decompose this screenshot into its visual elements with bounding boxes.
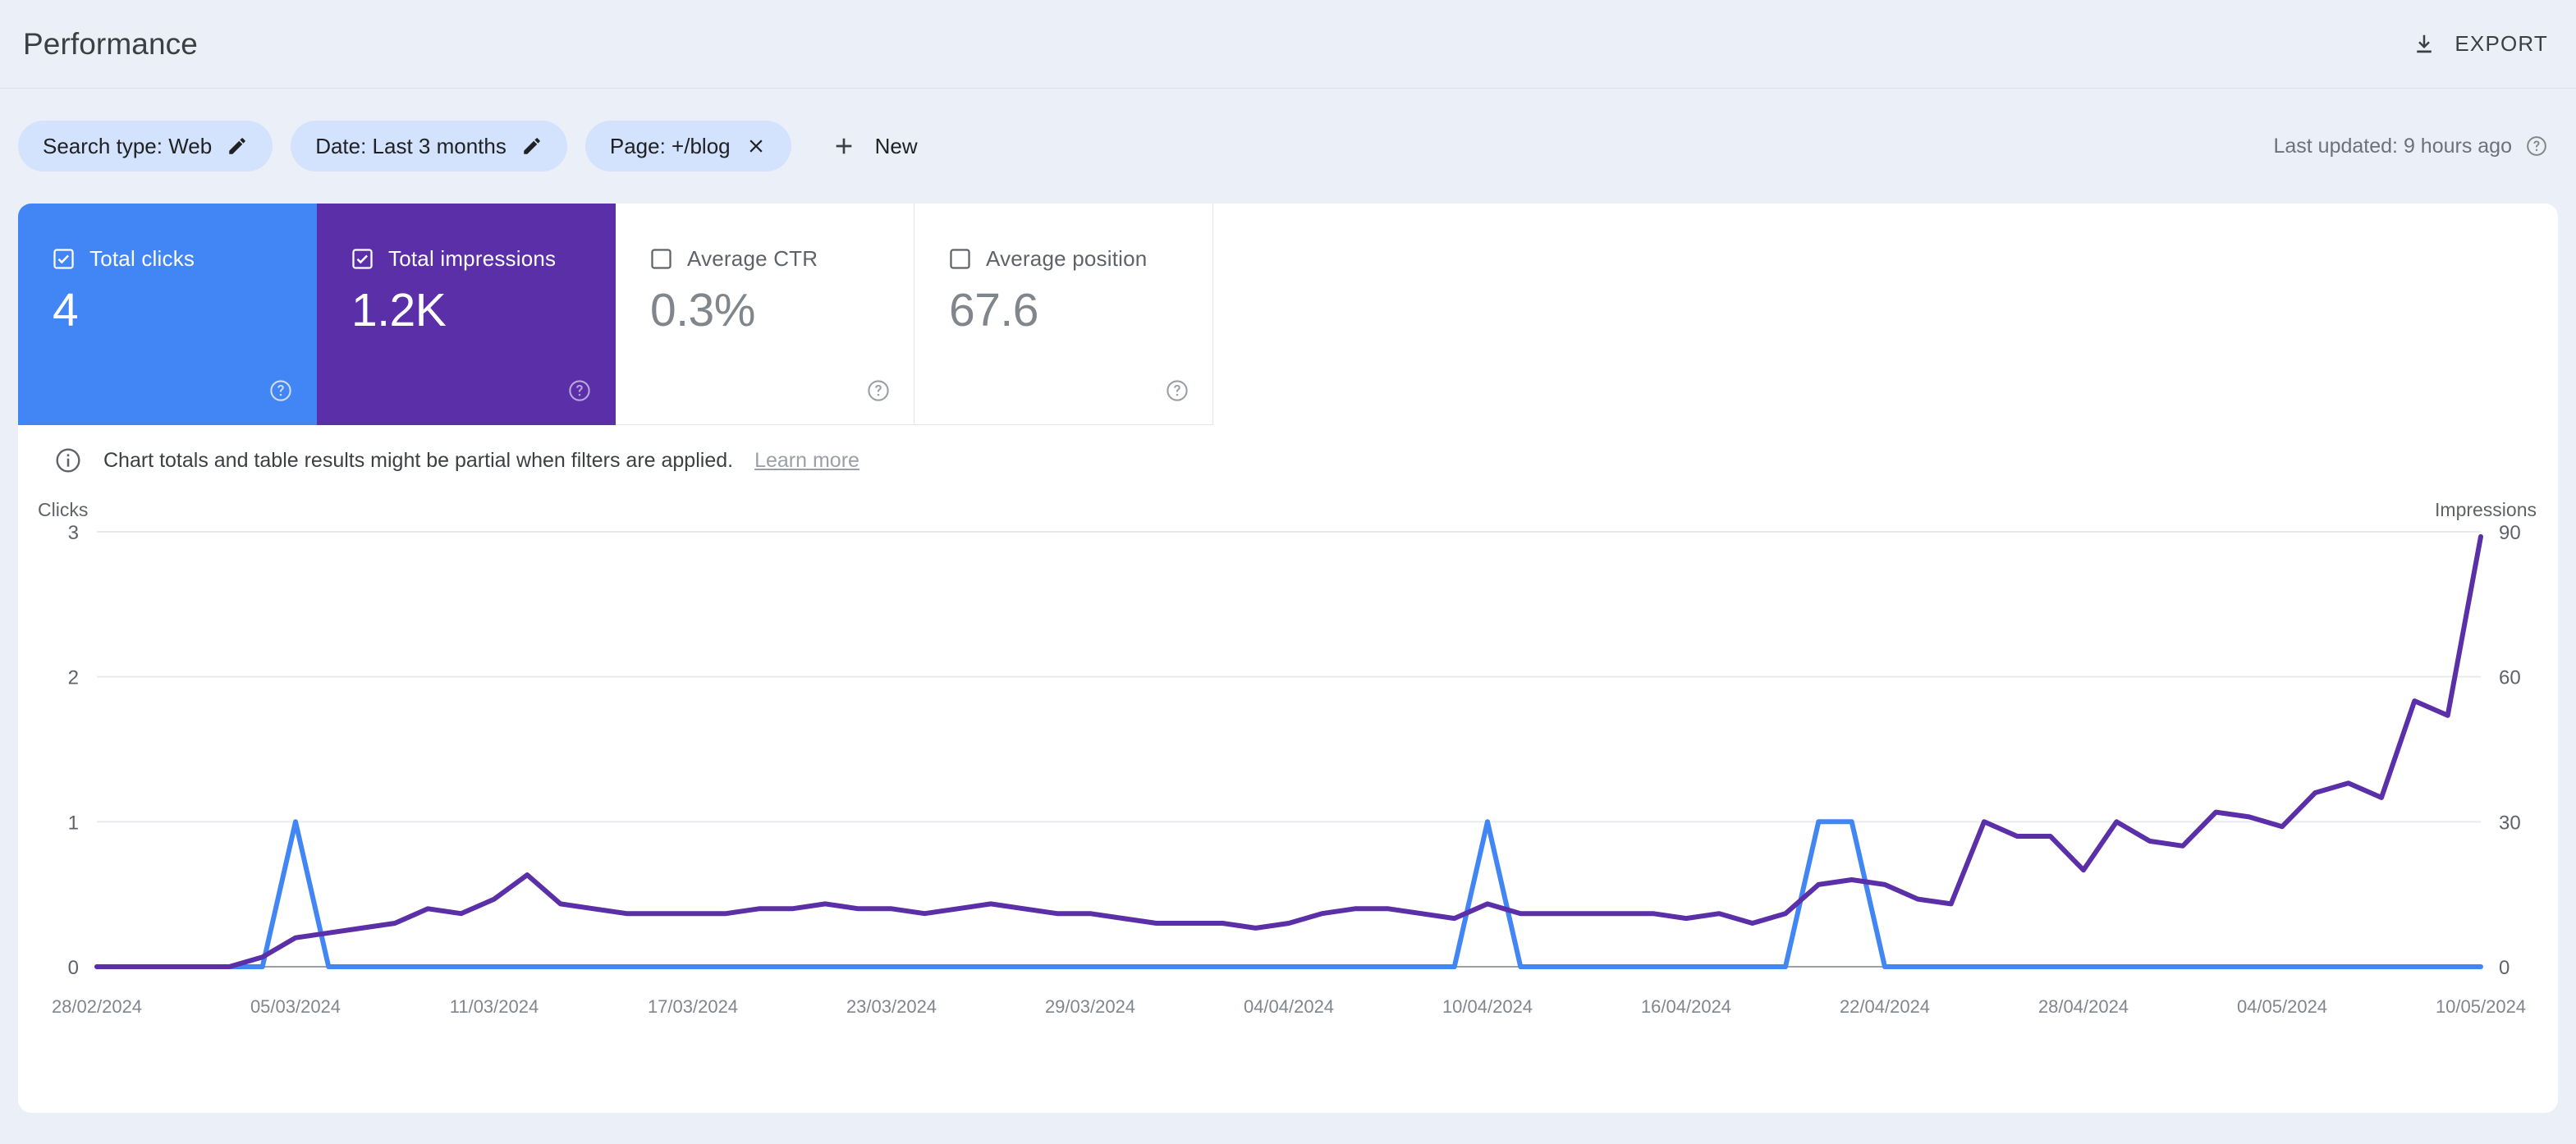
metric-label: Average CTR <box>687 246 818 271</box>
metric-label: Average position <box>986 246 1148 271</box>
metric-value: 4 <box>53 284 79 336</box>
filter-chip-date-label: Date: Last 3 months <box>315 133 506 158</box>
metric-header: Total clicks <box>53 246 316 272</box>
metric-label: Total impressions <box>388 246 557 271</box>
info-icon <box>54 446 82 474</box>
metric-header: Average position <box>949 246 1212 272</box>
export-label: EXPORT <box>2455 31 2548 56</box>
metric-card-average-ctr[interactable]: Average CTR 0.3% <box>616 204 914 425</box>
svg-text:11/03/2024: 11/03/2024 <box>450 996 539 1017</box>
checkbox-unchecked-icon[interactable] <box>949 248 971 270</box>
banner-text: Chart totals and table results might be … <box>103 448 734 472</box>
performance-chart: Clicks Impressions 0 1 2 3 0 30 60 90 28/02/2024… <box>18 499 2558 1065</box>
download-icon <box>2412 31 2436 57</box>
page-title: Performance <box>23 26 198 61</box>
svg-text:0: 0 <box>2499 957 2510 979</box>
metric-value: 67.6 <box>949 284 1038 336</box>
help-circle-icon[interactable] <box>268 378 293 403</box>
svg-text:10/05/2024: 10/05/2024 <box>2436 996 2526 1017</box>
metric-header: Average CTR <box>650 246 914 272</box>
svg-text:10/04/2024: 10/04/2024 <box>1442 996 1533 1017</box>
partial-data-banner: Chart totals and table results might be … <box>54 446 859 474</box>
svg-text:28/04/2024: 28/04/2024 <box>2038 996 2129 1017</box>
metric-value: 0.3% <box>650 284 755 336</box>
metric-card-total-impressions[interactable]: Total impressions 1.2K <box>317 204 616 425</box>
performance-page: Performance EXPORT Search type: Web Date… <box>0 0 2576 1144</box>
filter-chip-date[interactable]: Date: Last 3 months <box>291 121 567 172</box>
checkbox-checked-icon[interactable] <box>351 248 374 270</box>
pencil-icon[interactable] <box>227 135 248 157</box>
svg-text:30: 30 <box>2499 812 2521 834</box>
checkbox-checked-icon[interactable] <box>53 248 75 270</box>
svg-text:90: 90 <box>2499 522 2521 544</box>
metric-header: Total impressions <box>351 246 615 272</box>
help-circle-icon[interactable] <box>1165 378 1189 403</box>
svg-text:17/03/2024: 17/03/2024 <box>648 996 738 1017</box>
last-updated: Last updated: 9 hours ago <box>2273 135 2548 158</box>
pencil-icon[interactable] <box>521 135 543 157</box>
filter-chip-page[interactable]: Page: +/blog <box>584 121 791 172</box>
performance-surface: Total clicks 4 Total impressions 1.2K Av… <box>18 204 2558 1113</box>
svg-text:60: 60 <box>2499 667 2521 689</box>
filter-chip-search-type-label: Search type: Web <box>43 133 213 158</box>
metric-value: 1.2K <box>351 284 447 336</box>
svg-text:23/03/2024: 23/03/2024 <box>846 996 937 1017</box>
help-circle-icon[interactable] <box>567 378 592 403</box>
svg-text:05/03/2024: 05/03/2024 <box>250 996 341 1017</box>
svg-text:16/04/2024: 16/04/2024 <box>1641 996 1731 1017</box>
filter-chip-page-label: Page: +/blog <box>609 133 731 158</box>
add-filter-button[interactable]: New <box>814 121 934 172</box>
last-updated-label: Last updated: 9 hours ago <box>2273 134 2512 158</box>
metric-label: Total clicks <box>89 246 195 271</box>
svg-text:2: 2 <box>68 667 79 689</box>
metric-cards: Total clicks 4 Total impressions 1.2K Av… <box>18 204 1213 425</box>
checkbox-unchecked-icon[interactable] <box>650 248 672 270</box>
svg-text:29/03/2024: 29/03/2024 <box>1045 996 1135 1017</box>
metric-card-total-clicks[interactable]: Total clicks 4 <box>18 204 317 425</box>
help-circle-icon[interactable] <box>2525 135 2548 158</box>
filter-chip-search-type[interactable]: Search type: Web <box>18 121 273 172</box>
add-filter-label: New <box>874 133 918 158</box>
svg-text:28/02/2024: 28/02/2024 <box>52 996 142 1017</box>
help-circle-icon[interactable] <box>866 378 891 403</box>
svg-text:0: 0 <box>68 957 79 979</box>
svg-text:04/04/2024: 04/04/2024 <box>1244 996 1334 1017</box>
metric-card-average-position[interactable]: Average position 67.6 <box>914 204 1213 425</box>
page-header: Performance EXPORT <box>0 0 2576 89</box>
svg-text:04/05/2024: 04/05/2024 <box>2237 996 2327 1017</box>
svg-text:22/04/2024: 22/04/2024 <box>1840 996 1930 1017</box>
learn-more-link[interactable]: Learn more <box>754 449 859 473</box>
export-button[interactable]: EXPORT <box>2412 31 2548 57</box>
close-icon[interactable] <box>745 135 767 157</box>
filter-bar: Search type: Web Date: Last 3 months Pag… <box>0 89 2576 204</box>
chart-canvas[interactable]: 0123030609028/02/2024 05/03/2024 11/03/202… <box>18 517 2558 1059</box>
svg-text:1: 1 <box>68 812 79 834</box>
svg-text:3: 3 <box>68 522 79 544</box>
plus-icon <box>831 133 857 159</box>
